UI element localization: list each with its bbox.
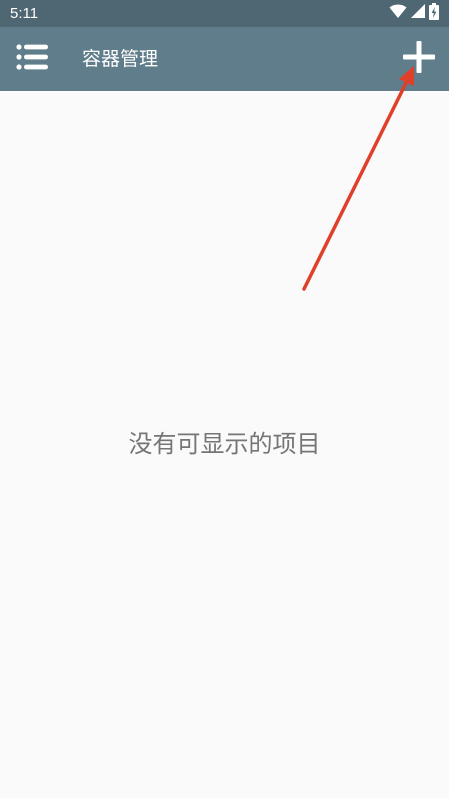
signal-icon <box>410 3 426 23</box>
plus-icon <box>403 41 435 77</box>
add-container-button[interactable] <box>395 35 443 83</box>
menu-button[interactable] <box>10 37 54 81</box>
battery-charging-icon <box>429 2 439 24</box>
wifi-icon <box>389 3 407 23</box>
app-bar: 容器管理 <box>0 27 449 91</box>
status-bar: 5:11 <box>0 0 449 27</box>
list-menu-icon <box>16 44 48 74</box>
status-time: 5:11 <box>10 5 39 22</box>
empty-state-message: 没有可显示的项目 <box>128 430 321 458</box>
page-title: 容器管理 <box>82 48 159 70</box>
arrow-annotation <box>302 66 414 291</box>
status-icons <box>389 2 439 24</box>
